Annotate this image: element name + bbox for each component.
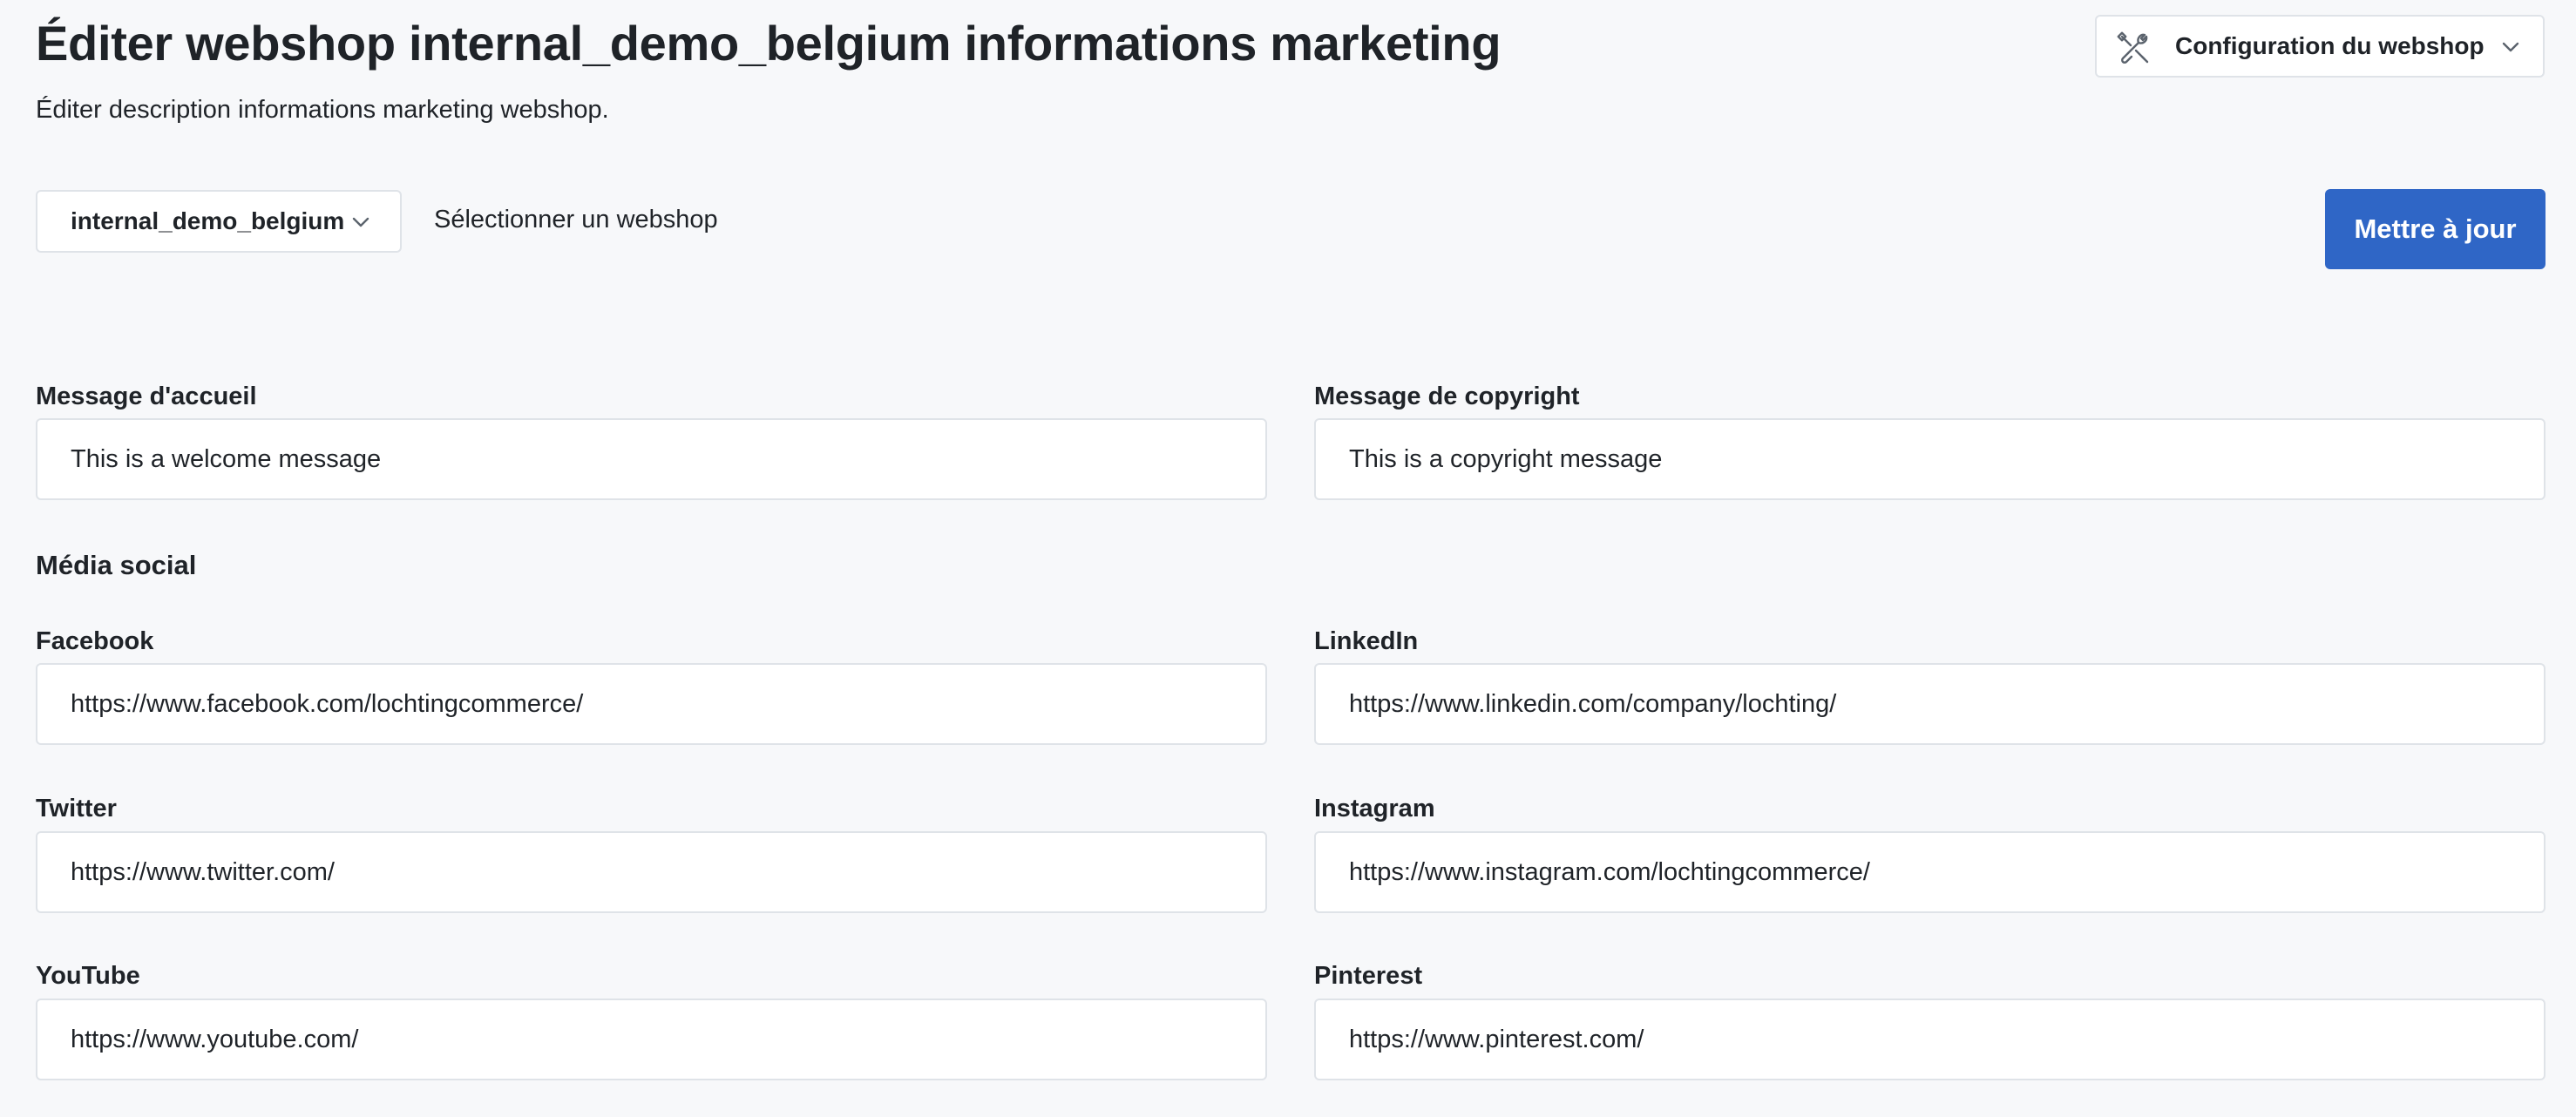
update-button[interactable]: Mettre à jour [2325, 189, 2545, 269]
welcome-message-label: Message d'accueil [36, 382, 257, 410]
twitter-input[interactable] [36, 831, 1267, 913]
chevron-down-icon [352, 217, 369, 227]
webshop-select-hint: Sélectionner un webshop [434, 206, 718, 234]
config-dropdown-label: Configuration du webshop [2175, 32, 2484, 59]
instagram-input[interactable] [1314, 831, 2545, 913]
linkedin-label: LinkedIn [1314, 627, 1419, 655]
chevron-down-icon [2502, 42, 2519, 52]
webshop-select[interactable]: internal_demo_belgium [36, 190, 402, 253]
social-media-section-title: Média social [36, 550, 197, 580]
pinterest-label: Pinterest [1314, 962, 1423, 990]
page-title: Éditer webshop internal_demo_belgium inf… [36, 16, 1502, 71]
page-subtitle: Éditer description informations marketin… [36, 96, 609, 124]
copyright-message-label: Message de copyright [1314, 382, 1580, 410]
youtube-label: YouTube [36, 962, 140, 990]
webshop-select-value: internal_demo_belgium [71, 207, 345, 234]
facebook-input[interactable] [36, 663, 1267, 745]
tools-icon [2117, 31, 2149, 64]
pinterest-input[interactable] [1314, 999, 2545, 1080]
twitter-label: Twitter [36, 795, 117, 823]
linkedin-input[interactable] [1314, 663, 2545, 745]
facebook-label: Facebook [36, 627, 154, 655]
welcome-message-input[interactable] [36, 418, 1267, 500]
webshop-configuration-dropdown[interactable]: Configuration du webshop [2095, 15, 2545, 78]
copyright-message-input[interactable] [1314, 418, 2545, 500]
instagram-label: Instagram [1314, 795, 1435, 823]
youtube-input[interactable] [36, 999, 1267, 1080]
